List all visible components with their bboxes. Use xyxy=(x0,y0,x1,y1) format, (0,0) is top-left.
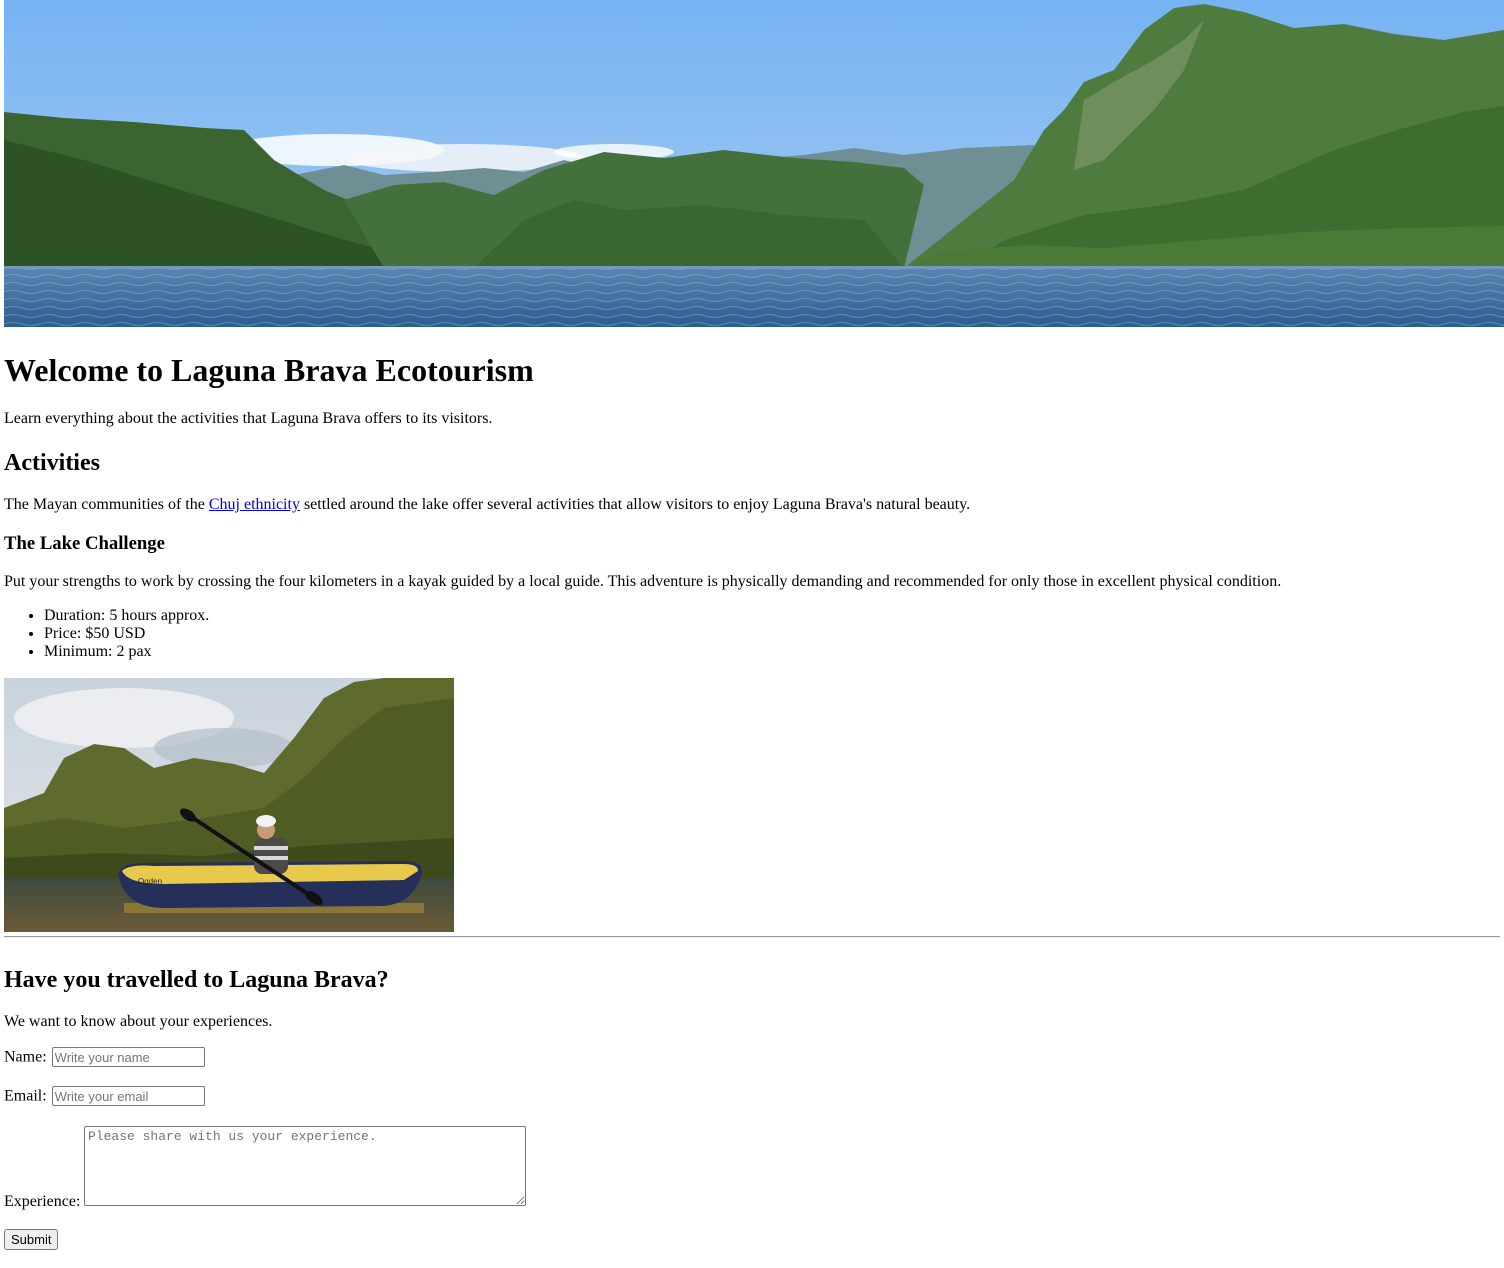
page-title: Welcome to Laguna Brava Ecotourism xyxy=(4,352,534,388)
section-divider xyxy=(4,936,1500,938)
detail-duration: Duration: 5 hours approx. xyxy=(44,607,209,625)
feedback-intro: We want to know about your experiences. xyxy=(4,1013,273,1030)
activities-text: The Mayan communities of the Chuj ethnic… xyxy=(4,495,970,515)
detail-minimum: Minimum: 2 pax xyxy=(44,643,209,661)
feedback-heading: Have you travelled to Laguna Brava? xyxy=(4,967,389,993)
intro-text: Learn everything about the activities th… xyxy=(4,410,493,427)
kayak-brand-text: Ogden xyxy=(138,877,162,886)
name-label: Name: xyxy=(4,1048,47,1066)
email-label: Email: xyxy=(4,1087,47,1105)
experience-textarea[interactable] xyxy=(84,1126,526,1206)
activity-details-list: Duration: 5 hours approx. Price: $50 USD… xyxy=(4,607,209,661)
activities-text-end: settled around the lake offer several ac… xyxy=(299,496,971,513)
detail-price: Price: $50 USD xyxy=(44,625,209,643)
activities-heading: Activities xyxy=(4,450,100,476)
email-row: Email: xyxy=(4,1086,205,1107)
experience-label: Experience: xyxy=(4,1193,81,1210)
kayak-image: Ogden xyxy=(4,678,454,932)
activities-text-start: The Mayan communities of the xyxy=(4,496,209,513)
name-input[interactable] xyxy=(51,1047,205,1067)
name-row: Name: xyxy=(4,1047,205,1068)
lake-challenge-description: Put your strengths to work by crossing t… xyxy=(4,573,1282,590)
chuj-ethnicity-link[interactable]: Chuj ethnicity xyxy=(209,496,300,513)
lake-challenge-heading: The Lake Challenge xyxy=(4,533,165,554)
email-input[interactable] xyxy=(51,1086,205,1106)
hero-image xyxy=(4,0,1504,327)
submit-button[interactable]: Submit xyxy=(4,1229,59,1250)
